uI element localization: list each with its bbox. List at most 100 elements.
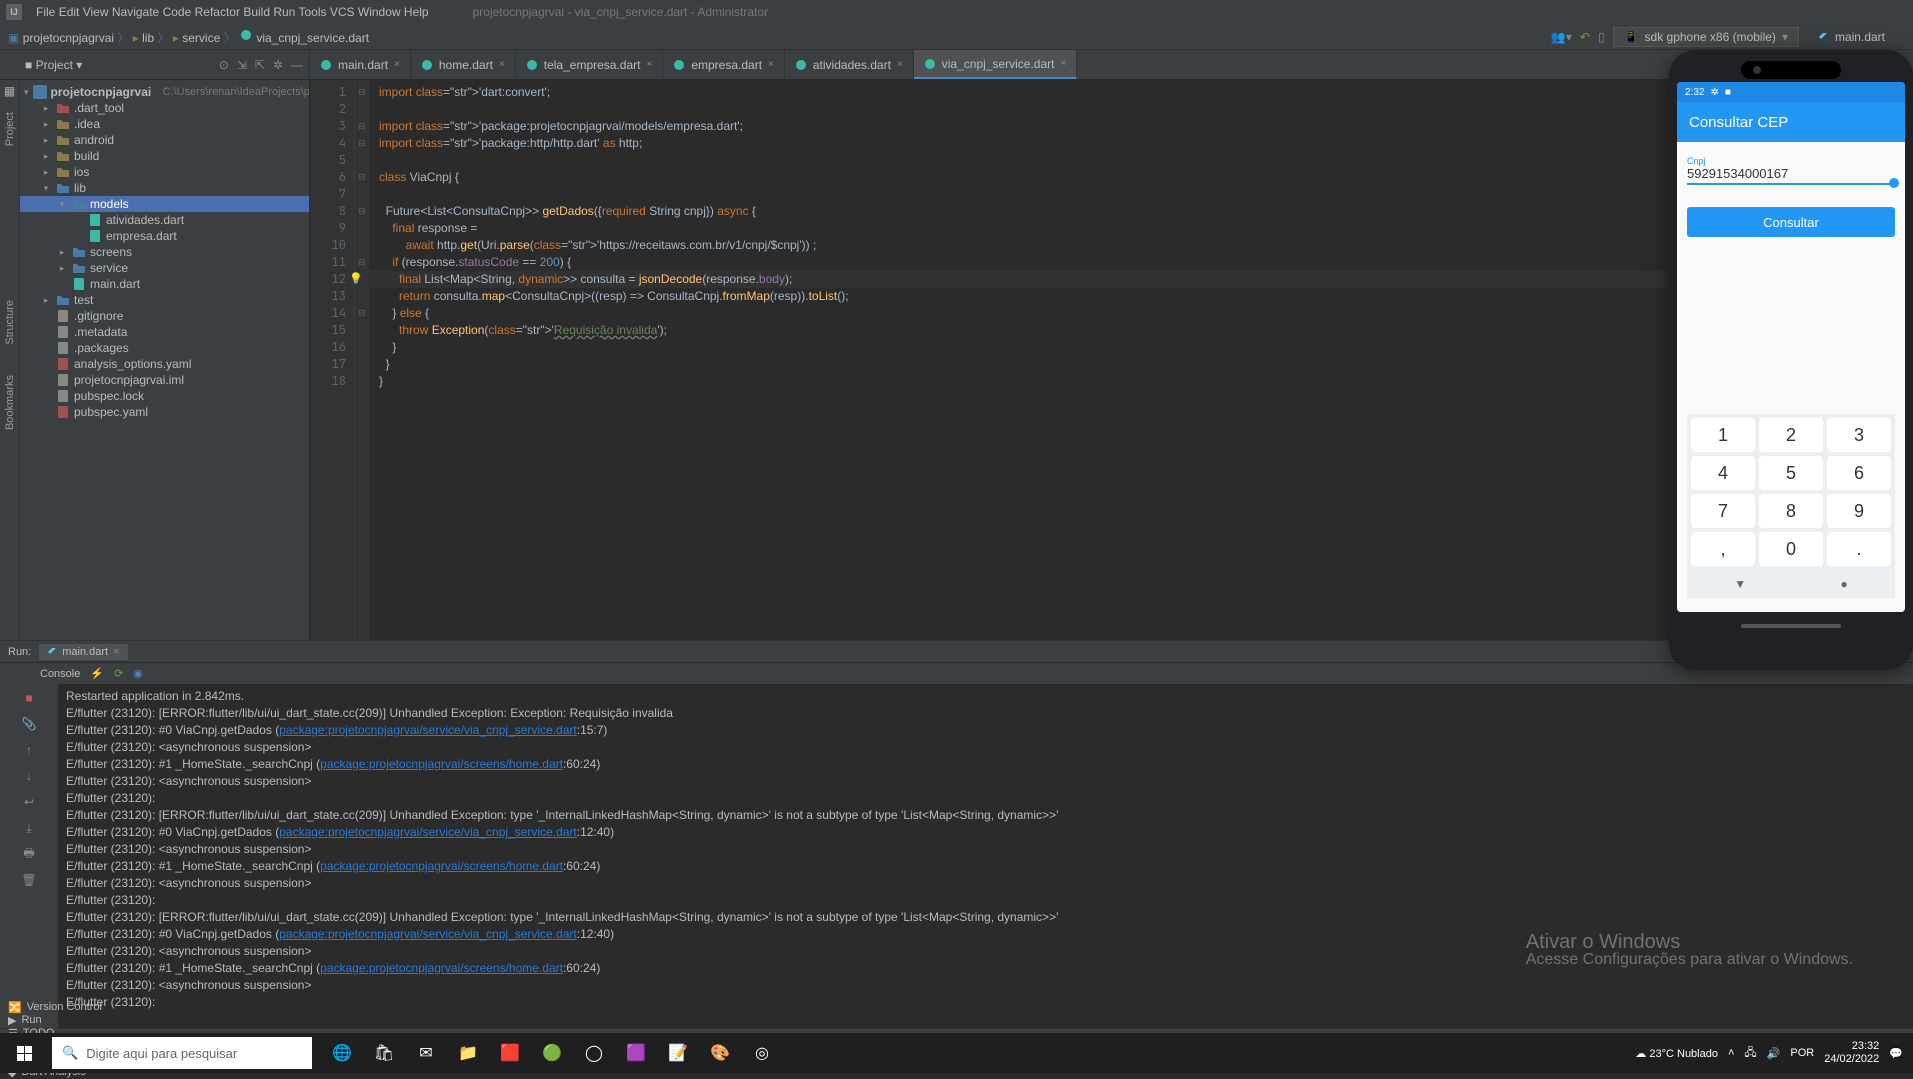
tree-item[interactable]: main.dart	[20, 276, 309, 292]
phone-icon[interactable]: ▯	[1598, 30, 1605, 44]
tree-item[interactable]: ▸ android	[20, 132, 309, 148]
stack-trace-link[interactable]: package:projetocnpjagrvai/service/via_cn…	[279, 723, 577, 737]
start-button[interactable]	[0, 1033, 48, 1073]
breadcrumb-item[interactable]: via_cnpj_service.dart	[256, 31, 369, 45]
numpad-key[interactable]: 1	[1691, 418, 1755, 452]
lightning-icon[interactable]: ⚡	[90, 667, 104, 680]
close-icon[interactable]: ×	[768, 59, 774, 70]
tree-item[interactable]: ▸ ios	[20, 164, 309, 180]
numpad-key[interactable]: 5	[1759, 456, 1823, 490]
home-indicator[interactable]	[1741, 624, 1841, 628]
stack-trace-link[interactable]: package:projetocnpjagrvai/screens/home.d…	[320, 961, 563, 975]
down-icon[interactable]: ↓	[19, 766, 39, 786]
editor-tab[interactable]: tela_empresa.dart×	[516, 50, 664, 79]
attach-icon[interactable]: 📎	[19, 714, 39, 734]
tree-item[interactable]: .metadata	[20, 324, 309, 340]
app-other[interactable]: ◎	[742, 1033, 782, 1073]
project-side-tab[interactable]: Project	[4, 112, 16, 146]
menu-navigate[interactable]: Navigate	[112, 5, 159, 19]
stack-trace-link[interactable]: package:projetocnpjagrvai/screens/home.d…	[320, 757, 563, 771]
cnpj-input[interactable]: 59291534000167	[1687, 166, 1895, 185]
tree-item[interactable]: ▸ service	[20, 260, 309, 276]
tree-item[interactable]: analysis_options.yaml	[20, 356, 309, 372]
menu-tools[interactable]: Tools	[298, 5, 326, 19]
tree-item[interactable]: empresa.dart	[20, 228, 309, 244]
project-tab-icon[interactable]: ▦	[4, 84, 15, 98]
app-chrome[interactable]: ◯	[574, 1033, 614, 1073]
editor-tab[interactable]: atividades.dart×	[785, 50, 914, 79]
app-edge[interactable]: 🌐	[322, 1033, 362, 1073]
cursor-handle-icon[interactable]	[1889, 178, 1899, 188]
close-icon[interactable]: ×	[1061, 58, 1067, 69]
app-spotify[interactable]: 🟢	[532, 1033, 572, 1073]
app-intellij[interactable]: 🟪	[616, 1033, 656, 1073]
tree-item[interactable]: .packages	[20, 340, 309, 356]
app-store[interactable]: 🛍	[364, 1033, 404, 1073]
numpad-key[interactable]: 9	[1827, 494, 1891, 528]
app-office[interactable]: 🟥	[490, 1033, 530, 1073]
breadcrumb-item[interactable]: lib	[142, 31, 154, 45]
soft-wrap-icon[interactable]: ↩	[19, 792, 39, 812]
numpad-key[interactable]: 7	[1691, 494, 1755, 528]
numpad-key[interactable]: 4	[1691, 456, 1755, 490]
print-icon[interactable]: 🖶	[19, 844, 39, 864]
tree-item[interactable]: ▸ .idea	[20, 116, 309, 132]
menu-view[interactable]: View	[83, 5, 109, 19]
stack-trace-link[interactable]: package:projetocnpjagrvai/service/via_cn…	[279, 825, 577, 839]
fold-gutter[interactable]: ⊟⊟⊟⊟⊟⊟⊟	[355, 80, 369, 640]
tree-item[interactable]: pubspec.yaml	[20, 404, 309, 420]
close-icon[interactable]: ×	[499, 59, 505, 70]
hide-icon[interactable]: —	[291, 58, 303, 72]
editor-tab[interactable]: home.dart×	[411, 50, 516, 79]
consultar-button[interactable]: Consultar	[1687, 207, 1895, 237]
stack-trace-link[interactable]: package:projetocnpjagrvai/screens/home.d…	[320, 859, 563, 873]
expand-all-icon[interactable]: ⇲	[237, 58, 247, 72]
run-tab[interactable]: main.dart ×	[39, 644, 127, 660]
intention-bulb-icon[interactable]: 💡	[349, 271, 363, 288]
menu-window[interactable]: Window	[358, 5, 401, 19]
numpad-key[interactable]: 2	[1759, 418, 1823, 452]
app-paint[interactable]: 🎨	[700, 1033, 740, 1073]
numpad-key[interactable]: 8	[1759, 494, 1823, 528]
tree-item[interactable]: ▾ lib	[20, 180, 309, 196]
scroll-end-icon[interactable]: ⤓	[19, 818, 39, 838]
app-notes[interactable]: 📝	[658, 1033, 698, 1073]
menu-run[interactable]: Run	[273, 5, 295, 19]
menu-refactor[interactable]: Refactor	[195, 5, 240, 19]
settings-icon[interactable]: ✲	[273, 58, 283, 72]
up-icon[interactable]: ↑	[19, 740, 39, 760]
editor-tab[interactable]: empresa.dart×	[663, 50, 785, 79]
close-icon[interactable]: ×	[897, 59, 903, 70]
project-root[interactable]: projetocnpjagrvai	[51, 85, 152, 99]
console-tab[interactable]: Console	[40, 668, 80, 680]
numpad-key[interactable]: .	[1827, 532, 1891, 566]
back-arrow-icon[interactable]: ↶	[1580, 30, 1590, 44]
menu-build[interactable]: Build	[243, 5, 270, 19]
editor-tab[interactable]: via_cnpj_service.dart×	[914, 50, 1078, 79]
bookmarks-tab[interactable]: Bookmarks	[4, 375, 16, 430]
menu-vcs[interactable]: VCS	[330, 5, 355, 19]
stack-trace-link[interactable]: package:projetocnpjagrvai/service/via_cn…	[279, 927, 577, 941]
tray-language[interactable]: POR	[1790, 1047, 1814, 1059]
nav-mic-icon[interactable]: ●	[1841, 577, 1848, 591]
stop-button[interactable]: ■	[19, 688, 39, 708]
taskbar-search[interactable]: 🔍 Digite aqui para pesquisar	[52, 1037, 312, 1069]
app-explorer[interactable]: 📁	[448, 1033, 488, 1073]
app-mail[interactable]: ✉	[406, 1033, 446, 1073]
tree-item[interactable]: .gitignore	[20, 308, 309, 324]
open-devtools-icon[interactable]: ◉	[133, 667, 143, 680]
numpad-key[interactable]: 0	[1759, 532, 1823, 566]
select-opened-icon[interactable]: ⊙	[219, 58, 229, 72]
menu-file[interactable]: File	[36, 5, 55, 19]
tray-network-icon[interactable]: 🖧	[1744, 1044, 1756, 1063]
weather-widget[interactable]: ☁ 23°C Nublado	[1635, 1047, 1718, 1060]
close-icon[interactable]: ×	[394, 59, 400, 70]
breadcrumb-item[interactable]: service	[182, 31, 220, 45]
menu-edit[interactable]: Edit	[59, 5, 80, 19]
collapse-all-icon[interactable]: ⇱	[255, 58, 265, 72]
menu-help[interactable]: Help	[404, 5, 429, 19]
tree-item[interactable]: ▸ .dart_tool	[20, 100, 309, 116]
project-tree[interactable]: ▾ projetocnpjagrvai C:\Users\renan\IdeaP…	[20, 80, 310, 640]
numpad-key[interactable]: 3	[1827, 418, 1891, 452]
reload-icon[interactable]: ⟳	[114, 667, 123, 680]
